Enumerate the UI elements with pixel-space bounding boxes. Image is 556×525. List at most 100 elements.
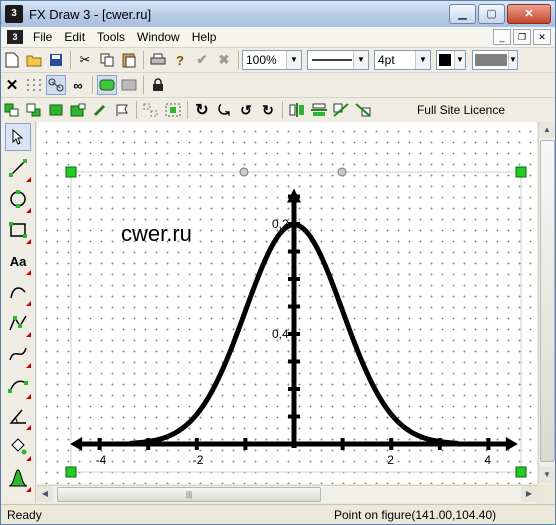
paint-brush-icon[interactable]	[90, 100, 110, 120]
line-color-select[interactable]: ▼	[436, 50, 466, 70]
rotate-icon[interactable]: ↻	[192, 100, 212, 120]
new-file-icon[interactable]	[2, 50, 22, 70]
menu-file[interactable]: File	[27, 30, 58, 44]
horizontal-scrollbar[interactable]: ◀ ||| ▶	[37, 485, 537, 503]
print-icon[interactable]	[148, 50, 168, 70]
text-tool-icon[interactable]: Aa	[5, 247, 31, 275]
line-width-select[interactable]: 4pt ▼	[374, 50, 431, 70]
curve-tool-icon[interactable]	[5, 371, 31, 399]
scroll-down-icon[interactable]: ▼	[539, 467, 555, 483]
maximize-button[interactable]: ▢	[478, 4, 505, 24]
scroll-up-icon[interactable]: ▲	[539, 122, 555, 138]
polyline-tool-icon[interactable]	[5, 309, 31, 337]
close-button[interactable]: ✕	[507, 4, 551, 24]
check-icon[interactable]: ✔	[192, 50, 212, 70]
reflect-diagonal-icon[interactable]	[331, 100, 351, 120]
open-folder-icon[interactable]	[24, 50, 44, 70]
align-icon[interactable]	[141, 100, 161, 120]
zoom-select[interactable]: 100% ▼	[242, 50, 302, 70]
vertical-scrollbar[interactable]: ▲ ▼	[538, 122, 555, 484]
color-swatch	[439, 54, 451, 66]
select-arrow-icon[interactable]	[5, 123, 31, 151]
horizontal-scroll-thumb[interactable]: |||	[57, 487, 321, 502]
bezier-tool-icon[interactable]	[5, 340, 31, 368]
menu-edit[interactable]: Edit	[58, 30, 91, 44]
status-bar: Ready Point on figure(141.00,104.40)	[1, 504, 555, 524]
rectangle-tool-icon[interactable]	[5, 216, 31, 244]
window-title: FX Draw 3 - [cwer.ru]	[29, 6, 152, 22]
graph-tool-icon[interactable]	[5, 464, 31, 492]
rotate-custom-icon[interactable]: ↻	[258, 100, 278, 120]
flag-icon[interactable]	[112, 100, 132, 120]
dotted-grid-icon[interactable]	[24, 75, 44, 95]
bring-to-front-icon[interactable]	[46, 100, 66, 120]
resize-handle[interactable]	[515, 466, 527, 478]
doc-restore-button[interactable]: ❐	[513, 29, 531, 45]
save-icon[interactable]	[46, 50, 66, 70]
distribute-icon[interactable]	[163, 100, 183, 120]
fill-bucket-icon[interactable]	[5, 433, 31, 461]
doc-minimize-button[interactable]: _	[493, 29, 511, 45]
line-style-select[interactable]: ▼	[307, 50, 369, 70]
fill-color-select[interactable]: ▼	[472, 50, 518, 70]
cut-icon[interactable]: ✂	[75, 50, 95, 70]
freehand-tool-icon[interactable]	[5, 278, 31, 306]
rotate-left-icon[interactable]: ⤿	[214, 100, 234, 120]
toolbar-separator	[187, 101, 188, 119]
scroll-left-icon[interactable]: ◀	[37, 486, 53, 502]
cancel-icon[interactable]: ✖	[214, 50, 234, 70]
annotation-text[interactable]: cwer.ru	[121, 221, 192, 246]
chevron-down-icon[interactable]: ▼	[286, 51, 301, 69]
lock-icon[interactable]	[148, 75, 168, 95]
chevron-down-icon[interactable]: ▼	[454, 51, 465, 69]
circle-tool-icon[interactable]	[5, 185, 31, 213]
toolbar-separator	[143, 51, 144, 69]
snap-points-icon[interactable]	[46, 75, 66, 95]
flip-vertical-icon[interactable]	[309, 100, 329, 120]
bring-forward-icon[interactable]	[2, 100, 22, 120]
menu-help[interactable]: Help	[186, 30, 223, 44]
line-width-value: 4pt	[378, 53, 395, 67]
control-point-handle[interactable]	[239, 167, 249, 177]
copy-icon[interactable]	[97, 50, 117, 70]
document-window-controls: _ ❐ ✕	[493, 29, 551, 45]
chevron-down-icon[interactable]: ▼	[353, 51, 368, 69]
doc-close-button[interactable]: ✕	[533, 29, 551, 45]
angle-tool-icon[interactable]	[5, 402, 31, 430]
vertical-scroll-thumb[interactable]	[540, 140, 555, 462]
x-tick-label: -2	[193, 453, 204, 467]
graph-figure[interactable]: cwer.ru -4 -2 2 40,40,2	[37, 122, 537, 484]
x-tick-label: -4	[96, 453, 107, 467]
fill-swatch	[475, 54, 507, 66]
toolbar-separator	[136, 101, 137, 119]
chevron-down-icon[interactable]: ▼	[415, 51, 430, 69]
help-icon[interactable]: ?	[170, 50, 190, 70]
scroll-right-icon[interactable]: ▶	[521, 486, 537, 502]
control-point-handle[interactable]	[337, 167, 347, 177]
chevron-down-icon[interactable]: ▼	[508, 51, 517, 69]
line-tool-icon[interactable]	[5, 154, 31, 182]
drawing-canvas[interactable]: cwer.ru -4 -2 2 4 0,4 0,2	[37, 122, 537, 484]
main-toolbar: ✂ ? ✔ ✖ 100% ▼ ▼ 4pt ▼ ▼ ▼	[1, 48, 555, 73]
title-bar: 3 FX Draw 3 - [cwer.ru] ▁ ▢ ✕	[1, 1, 555, 27]
ungroup-icon[interactable]	[119, 75, 139, 95]
send-backward-icon[interactable]	[24, 100, 44, 120]
delete-icon[interactable]: ✕	[2, 75, 22, 95]
rotate-right-icon[interactable]: ↺	[236, 100, 256, 120]
reflect-antidiagonal-icon[interactable]	[353, 100, 373, 120]
minimize-button[interactable]: ▁	[449, 4, 476, 24]
app-window: 3 FX Draw 3 - [cwer.ru] ▁ ▢ ✕ 3 File Edi…	[0, 0, 556, 525]
paste-icon[interactable]	[119, 50, 139, 70]
menu-tools[interactable]: Tools	[91, 30, 131, 44]
link-icon[interactable]: ∞	[68, 75, 88, 95]
resize-handle[interactable]	[515, 166, 527, 178]
resize-handle[interactable]	[65, 166, 77, 178]
group-icon[interactable]	[97, 75, 117, 95]
tools-toolbar: Aa	[1, 121, 36, 503]
flip-horizontal-icon[interactable]	[287, 100, 307, 120]
resize-handle[interactable]	[65, 466, 77, 478]
send-to-back-icon[interactable]	[68, 100, 88, 120]
menu-window[interactable]: Window	[131, 30, 186, 44]
menu-bar: 3 File Edit Tools Window Help _ ❐ ✕	[1, 27, 555, 48]
document-icon[interactable]: 3	[7, 30, 23, 44]
